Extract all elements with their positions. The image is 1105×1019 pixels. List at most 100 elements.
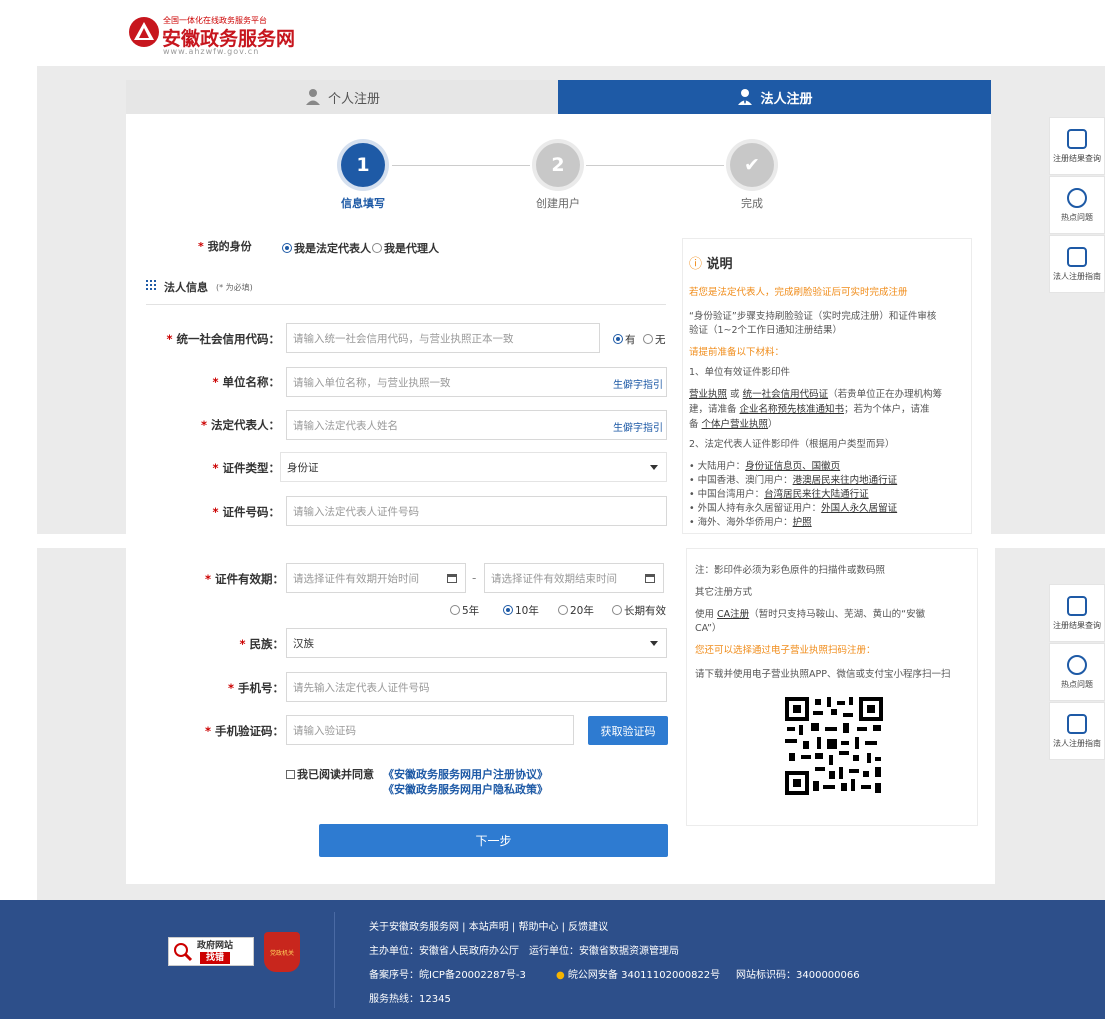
cert-no-label: * 证件号码： — [212, 505, 280, 519]
instructions-panel-continued: 注：影印件必须为彩色原件的扫描件或数码照 其它注册方式 使用 CA注册（暂时只支… — [686, 548, 978, 826]
side-register-result-query[interactable]: 注册结果查询 — [1049, 584, 1105, 642]
side-legal-register-guide[interactable]: 法人注册指南 — [1049, 235, 1105, 293]
instructions-bullet: • 中国香港、澳门用户：港澳居民来往内地通行证 — [689, 475, 898, 486]
ethnic-label: * 民族： — [239, 637, 284, 651]
instructions-line: 若您是法定代表人，完成刷脸验证后可实时完成注册 — [689, 287, 908, 298]
validity-end-input[interactable]: 请选择证件有效期结束时间 — [484, 563, 664, 593]
instructions-bullet: • 海外、海外华侨用户：护照 — [689, 517, 812, 528]
magnifier-icon — [174, 942, 193, 961]
step-3-check-icon: ✔ — [730, 143, 774, 187]
validity-5y-radio[interactable]: 5年 — [450, 603, 479, 618]
radio-icon — [372, 243, 382, 253]
grid-icon — [146, 280, 156, 290]
instructions-line: 2、法定代表人证件影印件（根据用户类型而异） — [689, 439, 895, 450]
identity-radio-legal-rep[interactable]: 我是法定代表人 — [282, 240, 371, 256]
police-badge-icon: ● — [556, 970, 565, 981]
ethnic-select[interactable]: 汉族 — [286, 628, 667, 658]
radio-checked-icon — [613, 334, 623, 344]
credit-code-input[interactable]: 请输入统一社会信用代码，与营业执照正本一致 — [286, 323, 600, 353]
instructions-line: 其它注册方式 — [695, 587, 753, 598]
instructions-line: 请提前准备以下材料： — [689, 347, 785, 358]
instructions-line: 建，请准备 企业名称预先核准通知书；若为个体户，请准 — [689, 404, 930, 415]
validity-10y-radio[interactable]: 10年 — [503, 603, 539, 618]
unit-name-label: * 单位名称： — [212, 375, 280, 389]
validity-start-input[interactable]: 请选择证件有效期开始时间 — [286, 563, 466, 593]
instructions-bullet: • 大陆用户：身份证信息页、国徽页 — [689, 461, 841, 472]
agree-checkbox[interactable]: 我已阅读并同意 — [286, 766, 374, 782]
rare-char-guide-link[interactable]: 生僻字指引 — [613, 419, 663, 434]
instructions-bullet: • 外国人持有永久居留证用户：外国人永久居留证 — [689, 503, 898, 514]
next-step-button[interactable]: 下一步 — [319, 824, 668, 857]
radio-icon — [558, 605, 568, 615]
footer-divider — [334, 912, 335, 1008]
radio-checked-icon — [282, 243, 292, 253]
document-search-icon — [1067, 128, 1087, 149]
cert-no-input[interactable]: 请输入法定代表人证件号码 — [286, 496, 667, 526]
tab-personal-register[interactable]: 个人注册 — [126, 80, 558, 114]
identity-label: * 我的身份 — [198, 240, 252, 253]
guide-edit-icon — [1067, 246, 1087, 267]
instructions-line: 请下载并使用电子营业执照APP、微信或支付宝小程序扫一扫 — [695, 669, 951, 680]
footer-icp[interactable]: 备案序号：皖ICP备20002287号-3 — [369, 966, 526, 981]
info-icon: ⓘ — [689, 257, 703, 272]
step-1-label: 信息填写 — [341, 197, 385, 210]
cert-type-select[interactable]: 身份证 — [280, 452, 667, 482]
credit-code-has-radio[interactable]: 有 — [613, 332, 636, 347]
footer-links[interactable]: 关于安徽政务服务网 | 本站声明 | 帮助中心 | 反馈建议 — [369, 918, 608, 933]
radio-icon — [450, 605, 460, 615]
required-note: (* 为必填) — [216, 283, 253, 292]
privacy-policy-link[interactable]: 《安徽政务服务网用户隐私政策》 — [383, 781, 548, 797]
section-title: 法人信息 — [164, 281, 208, 294]
date-range-dash: - — [472, 571, 477, 585]
calendar-icon[interactable] — [645, 574, 655, 583]
instructions-line: CA”） — [695, 623, 722, 634]
get-sms-code-button[interactable]: 获取验证码 — [588, 716, 668, 745]
user-icon — [305, 89, 320, 105]
tab-personal-label: 个人注册 — [327, 91, 380, 107]
tab-legal-register[interactable]: 法人注册 — [558, 80, 991, 114]
site-logo-icon[interactable] — [128, 16, 160, 48]
question-user-icon — [1067, 187, 1087, 208]
checkbox-icon — [286, 770, 295, 779]
credit-code-label: * 统一社会信用代码： — [166, 332, 280, 346]
instructions-line: 验证（1~2个工作日通知注册结果） — [689, 325, 843, 336]
sms-code-input[interactable]: 请输入验证码 — [286, 715, 574, 745]
tab-legal-label: 法人注册 — [760, 91, 813, 107]
instructions-line: 注：影印件必须为彩色原件的扫描件或数码照 — [695, 565, 886, 576]
rare-char-guide-link[interactable]: 生僻字指引 — [613, 376, 663, 391]
sms-code-label: * 手机验证码： — [204, 724, 284, 738]
instructions-line: 备 个体户营业执照） — [689, 419, 778, 430]
side-hot-questions[interactable]: 热点问题 — [1049, 176, 1105, 234]
step-2-label: 创建用户 — [536, 197, 580, 210]
footer-police[interactable]: ● 皖公网安备 34011102000822号 — [556, 966, 720, 981]
caret-down-icon — [650, 641, 658, 646]
credit-code-none-radio[interactable]: 无 — [643, 332, 666, 347]
footer-hotline: 服务热线：12345 — [369, 994, 451, 1005]
footer-host: 主办单位：安徽省人民政府办公厅 运行单位：安徽省数据资源管理局 — [369, 946, 679, 957]
document-search-icon — [1067, 595, 1087, 616]
cert-type-label: * 证件类型： — [212, 461, 280, 475]
step-connector — [392, 165, 530, 166]
phone-input[interactable]: 请先输入法定代表人证件号码 — [286, 672, 667, 702]
instructions-line: 您还可以选择通过电子营业执照扫码注册： — [695, 645, 876, 656]
validity-permanent-radio[interactable]: 长期有效 — [612, 603, 666, 618]
user-agreement-link[interactable]: 《安徽政务服务网用户注册协议》 — [383, 766, 548, 782]
step-2-circle: 2 — [536, 143, 580, 187]
legal-rep-input[interactable]: 请输入法定代表人姓名 — [286, 410, 667, 440]
validity-20y-radio[interactable]: 20年 — [558, 603, 594, 618]
identity-radio-agent[interactable]: 我是代理人 — [372, 240, 439, 256]
party-gov-org-badge[interactable]: 党政机关 — [264, 932, 300, 972]
gov-site-error-report-badge[interactable]: 政府网站 找错 — [168, 937, 254, 966]
unit-name-input[interactable]: 请输入单位名称，与营业执照一致 — [286, 367, 667, 397]
instructions-bullet: • 中国台湾用户：台湾居民来往大陆通行证 — [689, 489, 869, 500]
legal-rep-label: * 法定代表人： — [200, 418, 280, 432]
calendar-icon[interactable] — [447, 574, 457, 583]
side-legal-register-guide[interactable]: 法人注册指南 — [1049, 702, 1105, 760]
question-user-icon — [1067, 654, 1087, 675]
side-hot-questions[interactable]: 热点问题 — [1049, 643, 1105, 701]
logo-url: www.ahzwfw.gov.cn — [163, 47, 260, 56]
validity-label: * 证件有效期： — [204, 572, 284, 586]
instructions-line: 使用 CA注册（暂时只支持马鞍山、芜湖、黄山的“安徽 — [695, 609, 926, 620]
radio-icon — [612, 605, 622, 615]
side-register-result-query[interactable]: 注册结果查询 — [1049, 117, 1105, 175]
